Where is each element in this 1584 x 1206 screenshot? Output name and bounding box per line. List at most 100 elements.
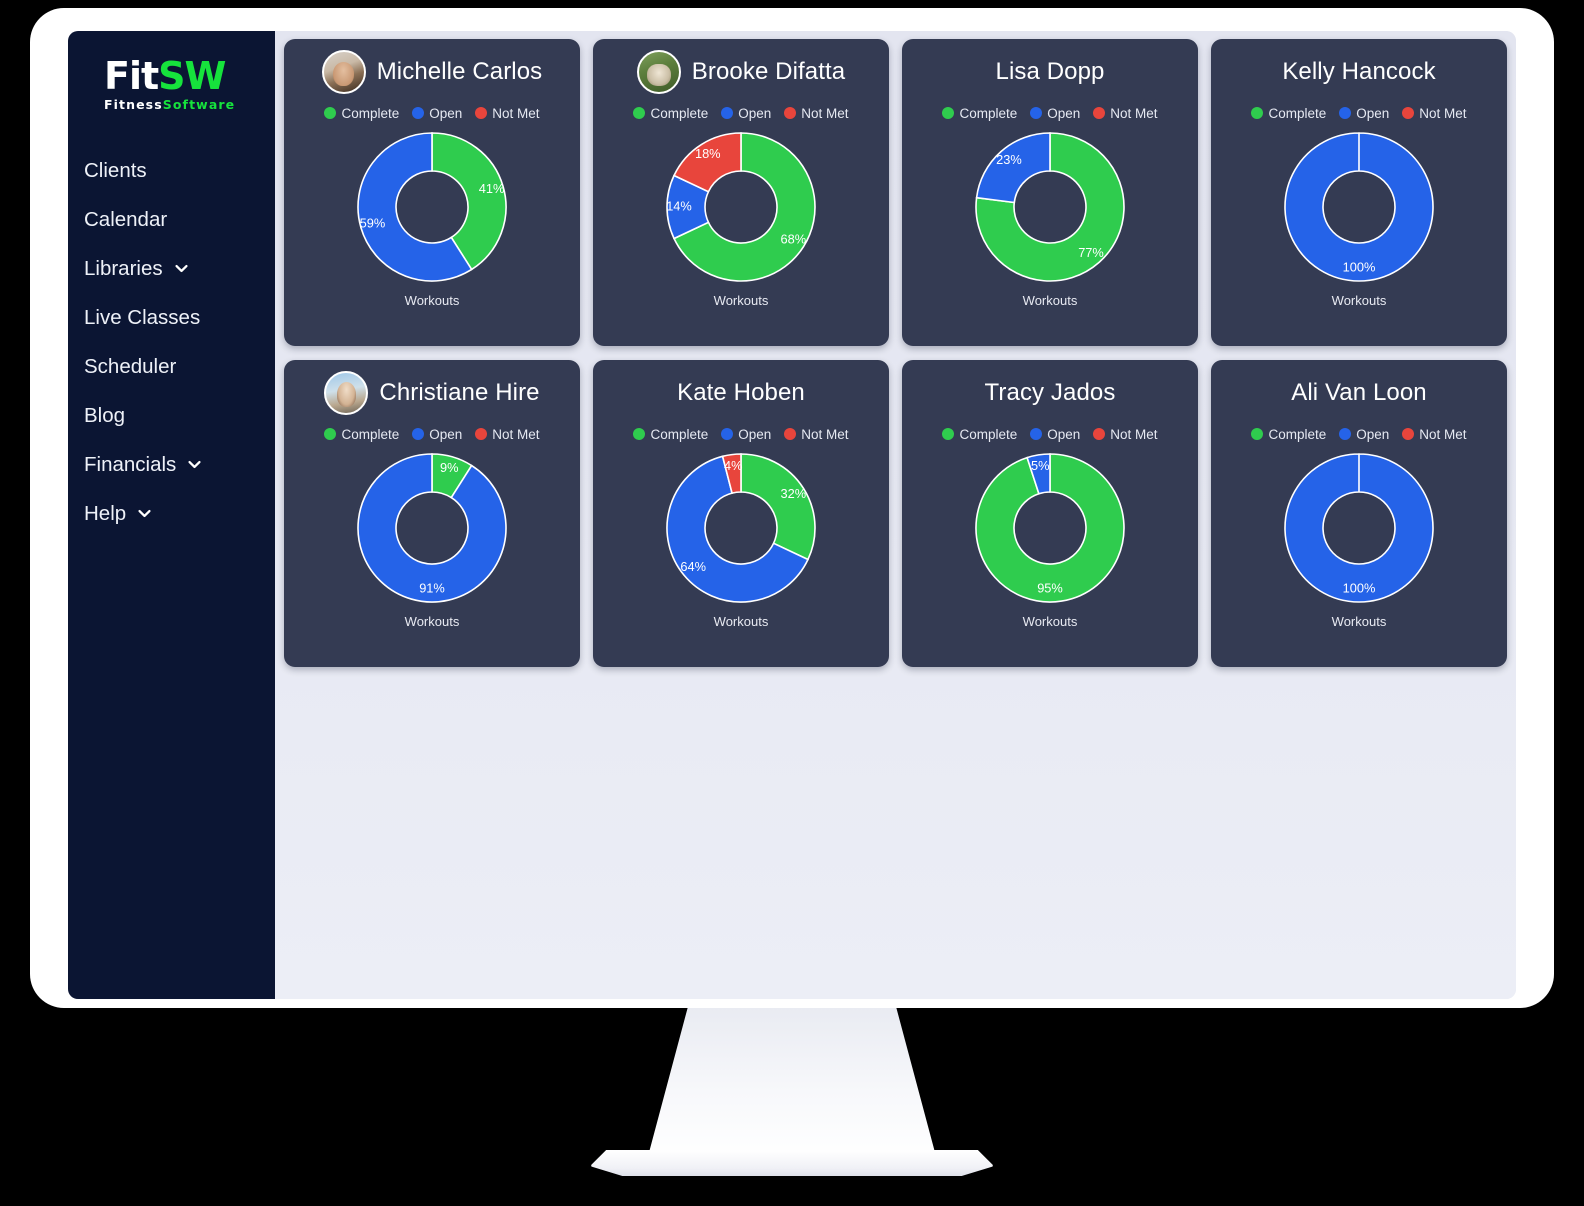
legend-item-not-met[interactable]: Not Met: [475, 426, 540, 442]
legend-label: Not Met: [492, 105, 540, 121]
sidebar-item-help[interactable]: Help: [68, 489, 275, 538]
legend-item-open[interactable]: Open: [721, 106, 771, 121]
legend-label: Complete: [959, 105, 1018, 121]
sidebar-nav: Clients Calendar Libraries Live Classes …: [68, 146, 275, 538]
sidebar-item-scheduler[interactable]: Scheduler: [68, 342, 275, 391]
legend-item-not-met[interactable]: Not Met: [475, 105, 540, 121]
legend-item-not-met[interactable]: Not Met: [784, 427, 849, 442]
legend-item-complete[interactable]: Complete: [324, 106, 399, 121]
client-card-grid: Michelle Carlos Complete Open Not Met 41% 59%…: [282, 37, 1509, 667]
client-card[interactable]: Ali Van Loon Complete Open Not Met 100% Worko…: [1211, 360, 1507, 667]
legend-item-open[interactable]: Open: [412, 427, 462, 442]
legend-item-open[interactable]: Open: [721, 427, 771, 442]
legend-label: Complete: [959, 426, 1018, 442]
legend-item-complete[interactable]: Complete: [942, 106, 1017, 121]
chart-caption: Workouts: [713, 614, 769, 629]
chart-caption: Workouts: [1331, 614, 1387, 629]
client-card-header: Tracy Jados: [910, 370, 1190, 416]
donut-slice[interactable]: [740, 453, 816, 561]
legend-label: Not Met: [801, 105, 849, 121]
legend-label: Not Met: [1419, 426, 1467, 442]
avatar[interactable]: [636, 50, 681, 94]
sidebar-item-blog[interactable]: Blog: [68, 391, 275, 440]
legend-item-not-met[interactable]: Not Met: [1402, 426, 1467, 442]
brand-logo[interactable]: FitSW FitnessSoftware: [68, 43, 275, 118]
legend-item-open[interactable]: Open: [1339, 427, 1389, 442]
legend-item-not-met[interactable]: Not Met: [784, 105, 849, 121]
donut-chart[interactable]: 9% 91%: [354, 450, 510, 606]
chevron-down-icon: [173, 260, 190, 277]
legend-item-open[interactable]: Open: [1030, 427, 1080, 442]
donut-slice-label: 100%: [1343, 259, 1376, 274]
sidebar-item-label: Blog: [84, 403, 126, 427]
main-content: Michelle Carlos Complete Open Not Met 41% 59%…: [275, 31, 1516, 999]
donut-chart[interactable]: 32% 64% 4%: [663, 450, 819, 606]
donut-slice-label: 91%: [419, 580, 445, 595]
legend-swatch-not-met-icon: [1093, 428, 1106, 440]
monitor-stand-base: [590, 1150, 994, 1176]
donut-slice-label: 77%: [1078, 245, 1104, 260]
donut-chart[interactable]: 68% 14% 18%: [663, 129, 819, 285]
sidebar-item-live-classes[interactable]: Live Classes: [68, 293, 275, 342]
logo-tagline: FitnessSoftware: [104, 97, 275, 112]
client-name: Michelle Carlos: [376, 58, 543, 85]
chevron-down-icon: [136, 505, 153, 522]
legend-item-open[interactable]: Open: [1030, 106, 1080, 121]
legend-item-complete[interactable]: Complete: [942, 427, 1017, 442]
donut-chart[interactable]: 95% 5%: [972, 450, 1128, 606]
chart-caption: Workouts: [404, 293, 460, 308]
client-card-header: Michelle Carlos: [292, 49, 572, 95]
legend-item-not-met[interactable]: Not Met: [1093, 427, 1158, 442]
donut-chart[interactable]: 100%: [1281, 129, 1437, 285]
client-name: Kelly Hancock: [1282, 58, 1436, 85]
client-card[interactable]: Kate Hoben Complete Open Not Met 32% 64% 4% Wor…: [593, 360, 889, 667]
legend-item-complete[interactable]: Complete: [633, 427, 708, 442]
client-card[interactable]: Tracy Jados Complete Open Not Met 95% 5% Worko…: [902, 360, 1198, 667]
legend-swatch-open-icon: [721, 107, 734, 119]
client-card[interactable]: Brooke Difatta Complete Open Not Met 68% 14% 1…: [593, 39, 889, 346]
sidebar-item-clients[interactable]: Clients: [68, 146, 275, 195]
legend-swatch-complete-icon: [324, 107, 337, 119]
legend-swatch-complete-icon: [633, 107, 646, 119]
sidebar-item-libraries[interactable]: Libraries: [68, 244, 275, 293]
legend-item-open[interactable]: Open: [1339, 106, 1389, 121]
legend-item-complete[interactable]: Complete: [1251, 106, 1326, 121]
client-card[interactable]: Lisa Dopp Complete Open Not Met 77% 23% Workou…: [902, 39, 1198, 346]
donut-chart[interactable]: 77% 23%: [972, 129, 1128, 285]
legend-swatch-open-icon: [1030, 107, 1043, 119]
client-name: Brooke Difatta: [691, 58, 846, 85]
legend-label: Complete: [1268, 426, 1327, 442]
legend-label: Not Met: [1110, 105, 1158, 121]
donut-slice-label: 5%: [1031, 458, 1050, 473]
legend-item-complete[interactable]: Complete: [633, 106, 708, 121]
legend-item-complete[interactable]: Complete: [1251, 427, 1326, 442]
avatar[interactable]: [324, 371, 369, 415]
legend-swatch-not-met-icon: [1402, 107, 1415, 119]
client-card[interactable]: Michelle Carlos Complete Open Not Met 41% 59%…: [284, 39, 580, 346]
legend-item-not-met[interactable]: Not Met: [1402, 106, 1467, 121]
sidebar-item-financials[interactable]: Financials: [68, 440, 275, 489]
logo-fit-text: Fit: [104, 54, 159, 98]
donut-slice-label: 32%: [781, 486, 807, 501]
client-name: Lisa Dopp: [995, 58, 1105, 85]
sidebar-item-calendar[interactable]: Calendar: [68, 195, 275, 244]
client-card[interactable]: Kelly Hancock Complete Open Not Met 100% Work…: [1211, 39, 1507, 346]
donut-slice[interactable]: [975, 132, 1051, 204]
legend-swatch-not-met-icon: [475, 107, 488, 119]
legend-item-not-met[interactable]: Not Met: [1093, 105, 1158, 121]
avatar[interactable]: [321, 50, 366, 94]
client-card-header: Kelly Hancock: [1219, 49, 1499, 95]
legend-item-complete[interactable]: Complete: [324, 427, 399, 442]
donut-chart[interactable]: 100%: [1281, 450, 1437, 606]
legend-swatch-open-icon: [412, 428, 425, 440]
donut-chart[interactable]: 41% 59%: [354, 129, 510, 285]
donut-slice-label: 14%: [666, 198, 692, 213]
legend-label: Open: [1047, 105, 1081, 121]
legend-label: Not Met: [492, 426, 540, 442]
client-card[interactable]: Christiane Hire Complete Open Not Met 9% 91% W…: [284, 360, 580, 667]
chart-caption: Workouts: [1022, 614, 1078, 629]
legend-item-open[interactable]: Open: [412, 106, 462, 121]
legend-swatch-open-icon: [1339, 428, 1352, 440]
legend-swatch-not-met-icon: [784, 428, 797, 440]
donut-slice-label: 9%: [440, 460, 459, 475]
